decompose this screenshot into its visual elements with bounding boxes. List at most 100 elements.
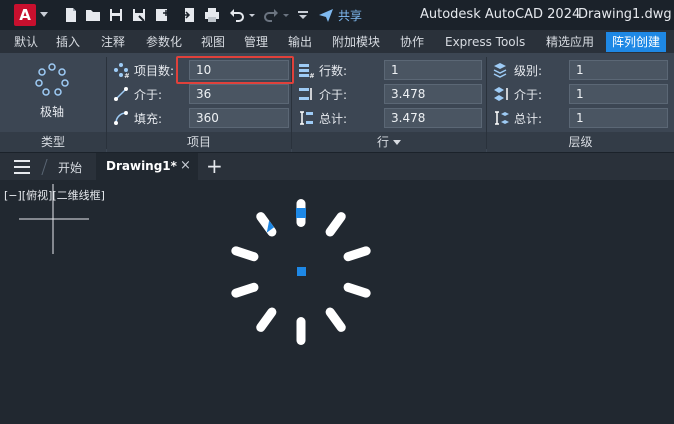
tab-express-tools[interactable]: Express Tools (439, 32, 531, 52)
array-item (231, 282, 259, 298)
share-label: 共享 (338, 8, 363, 23)
level-between-label: 介于: (514, 87, 543, 102)
ribbon-panel: 极轴 类型 # 项目数: 10 介于: 36 填充: 360 项目 # 行数: … (0, 52, 674, 152)
print-icon[interactable] (203, 6, 221, 24)
item-fill-row: 填充: (112, 108, 162, 128)
item-count-row: # 项目数: (112, 60, 174, 80)
level-count-row: 级别: (492, 60, 542, 80)
rows-panel-label[interactable]: 行 (292, 133, 486, 151)
level-total-input[interactable]: 1 (569, 108, 668, 128)
array-item (343, 246, 371, 262)
item-count-highlight-box (176, 56, 294, 84)
row-count-input[interactable]: 1 (384, 60, 482, 80)
array-item (325, 212, 346, 237)
share-button[interactable]: 共享 (318, 6, 362, 24)
hamburger-menu-icon[interactable] (14, 160, 30, 174)
level-total-row: 总计: (492, 108, 542, 128)
angle-between-icon (112, 85, 130, 103)
tab-array-creation[interactable]: 阵列创建 (606, 32, 667, 52)
level-between-icon (492, 85, 510, 103)
tab-separator (41, 159, 48, 175)
file-tab-drawing1[interactable]: Drawing1* × (96, 153, 198, 181)
crosshair-cursor-icon (19, 184, 89, 254)
item-count-label: 项目数: (134, 63, 175, 78)
type-panel-label: 类型 (40, 135, 65, 149)
tab-featured-apps[interactable]: 精选应用 (540, 32, 600, 52)
tab-output[interactable]: 输出 (282, 32, 318, 52)
open-icon[interactable] (84, 6, 102, 24)
items-panel-label: 项目 (186, 135, 211, 149)
share-icon (319, 9, 333, 22)
new-icon[interactable] (62, 6, 80, 24)
tab-manage[interactable]: 管理 (238, 32, 274, 52)
row-between-label: 介于: (319, 87, 348, 102)
rows-panel-title: 行 (376, 135, 389, 149)
redo-icon[interactable] (262, 6, 280, 24)
app-menu-chevron-icon[interactable] (40, 12, 48, 17)
undo-icon[interactable] (228, 6, 246, 24)
open-web-icon[interactable] (153, 6, 171, 24)
row-count-label: 行数: (319, 63, 348, 78)
row-count-icon: # (297, 61, 315, 79)
row-total-input[interactable]: 3.478 (384, 108, 482, 128)
file-tab-drawing1-label: Drawing1* (106, 159, 177, 173)
array-item (296, 199, 306, 227)
row-between-input[interactable]: 3.478 (384, 84, 482, 104)
undo-dropdown-icon[interactable] (248, 6, 256, 24)
array-item (296, 317, 306, 345)
polar-array-icon (35, 63, 69, 96)
new-tab-plus-icon[interactable]: + (206, 155, 223, 177)
row-total-icon (297, 109, 315, 127)
level-between-row: 介于: (492, 84, 542, 104)
svg-text:#: # (309, 72, 314, 78)
rows-panel-expand-icon[interactable] (393, 139, 401, 145)
tab-annotate[interactable]: 注释 (95, 32, 131, 52)
array-item (256, 307, 277, 332)
array-item (325, 307, 346, 332)
file-tab-start[interactable]: 开始 (58, 159, 82, 176)
item-between-input[interactable]: 36 (189, 84, 289, 104)
document-title: Drawing1.dwg (578, 7, 672, 22)
item-between-label: 介于: (134, 87, 163, 102)
polar-array-label: 极轴 (39, 105, 64, 119)
array-item (231, 246, 259, 262)
app-title: Autodesk AutoCAD 2024 (420, 7, 581, 22)
logo-letter: A (19, 6, 31, 24)
row-count-row: # 行数: (297, 60, 347, 80)
publish-icon[interactable] (180, 6, 198, 24)
level-total-icon (492, 109, 510, 127)
item-fill-input[interactable]: 360 (189, 108, 289, 128)
tab-parametric[interactable]: 参数化 (140, 32, 188, 52)
levels-panel-label: 层级 (568, 135, 593, 149)
array-item-grip[interactable] (296, 208, 306, 218)
item-between-row: 介于: (112, 84, 162, 104)
level-count-icon (492, 61, 510, 79)
save-icon[interactable] (107, 6, 125, 24)
tab-insert[interactable]: 插入 (50, 32, 86, 52)
tab-view[interactable]: 视图 (195, 32, 231, 52)
close-tab-icon[interactable]: × (180, 158, 191, 173)
row-total-label: 总计: (319, 111, 348, 126)
tab-collaborate[interactable]: 协作 (394, 32, 430, 52)
item-count-icon: # (112, 61, 130, 79)
customize-icon[interactable] (296, 6, 310, 24)
redo-dropdown-icon[interactable] (282, 6, 290, 24)
array-item (343, 282, 371, 298)
level-count-label: 级别: (514, 63, 543, 78)
svg-text:#: # (124, 72, 129, 78)
polar-array-button[interactable]: 极轴 (26, 63, 78, 123)
item-fill-label: 填充: (134, 111, 163, 126)
array-center-grip[interactable] (297, 267, 306, 276)
save-as-icon[interactable] (130, 6, 148, 24)
autocad-logo[interactable]: A (14, 4, 36, 26)
tab-default[interactable]: 默认 (8, 32, 44, 52)
title-bar: A 共享 Autodesk AutoCAD 2024 Drawing1.dwg (0, 0, 674, 30)
level-count-input[interactable]: 1 (569, 60, 668, 80)
drawing-canvas[interactable] (0, 180, 674, 424)
row-between-icon (297, 85, 315, 103)
level-between-input[interactable]: 1 (569, 84, 668, 104)
file-tabs-bar: 开始 Drawing1* × + (0, 152, 674, 181)
tab-addins[interactable]: 附加模块 (326, 32, 386, 52)
ribbon-tabs: 默认 插入 注释 参数化 视图 管理 输出 附加模块 协作 Express To… (0, 30, 674, 52)
fill-angle-icon (112, 109, 130, 127)
